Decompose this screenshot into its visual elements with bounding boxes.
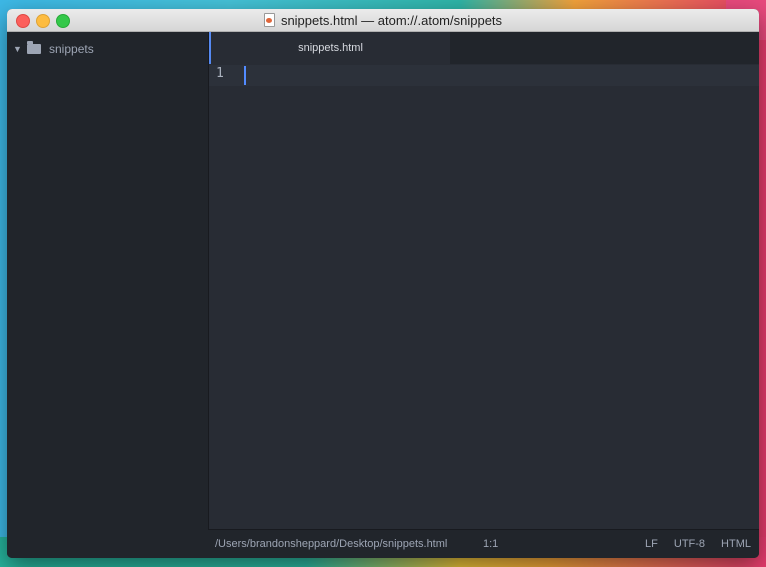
- line-number: 1: [216, 66, 224, 81]
- atom-window: snippets.html — atom://.atom/snippets ▼ …: [7, 9, 759, 558]
- cursor-line-highlight: [209, 65, 759, 86]
- tree-root-label: snippets: [49, 42, 94, 56]
- tree-root-folder[interactable]: ▼ snippets: [13, 41, 94, 57]
- tab-bar: snippets.html: [209, 32, 759, 64]
- status-cursor-position[interactable]: 1:1: [483, 538, 498, 550]
- status-line-ending[interactable]: LF: [645, 538, 658, 550]
- tree-view: ▼ snippets: [7, 32, 208, 558]
- window-title-wrap: snippets.html — atom://.atom/snippets: [7, 9, 759, 31]
- window-title: snippets.html — atom://.atom/snippets: [280, 12, 503, 28]
- title-bar[interactable]: snippets.html — atom://.atom/snippets: [7, 9, 759, 32]
- text-cursor: [244, 66, 246, 85]
- html-file-icon: [263, 13, 275, 27]
- status-right-group: LF UTF-8 HTML: [645, 538, 751, 550]
- status-encoding[interactable]: UTF-8: [674, 538, 705, 550]
- text-editor[interactable]: 1: [209, 64, 759, 529]
- status-grammar[interactable]: HTML: [721, 538, 751, 550]
- editor-pane: snippets.html 1: [208, 32, 759, 529]
- chevron-down-icon[interactable]: ▼: [13, 44, 22, 54]
- status-file-path[interactable]: /Users/brandonsheppard/Desktop/snippets.…: [215, 538, 447, 550]
- tab-label: snippets.html: [298, 42, 363, 54]
- folder-icon: [27, 41, 41, 54]
- tab-snippets-html[interactable]: snippets.html: [209, 32, 450, 64]
- status-bar: /Users/brandonsheppard/Desktop/snippets.…: [208, 529, 759, 558]
